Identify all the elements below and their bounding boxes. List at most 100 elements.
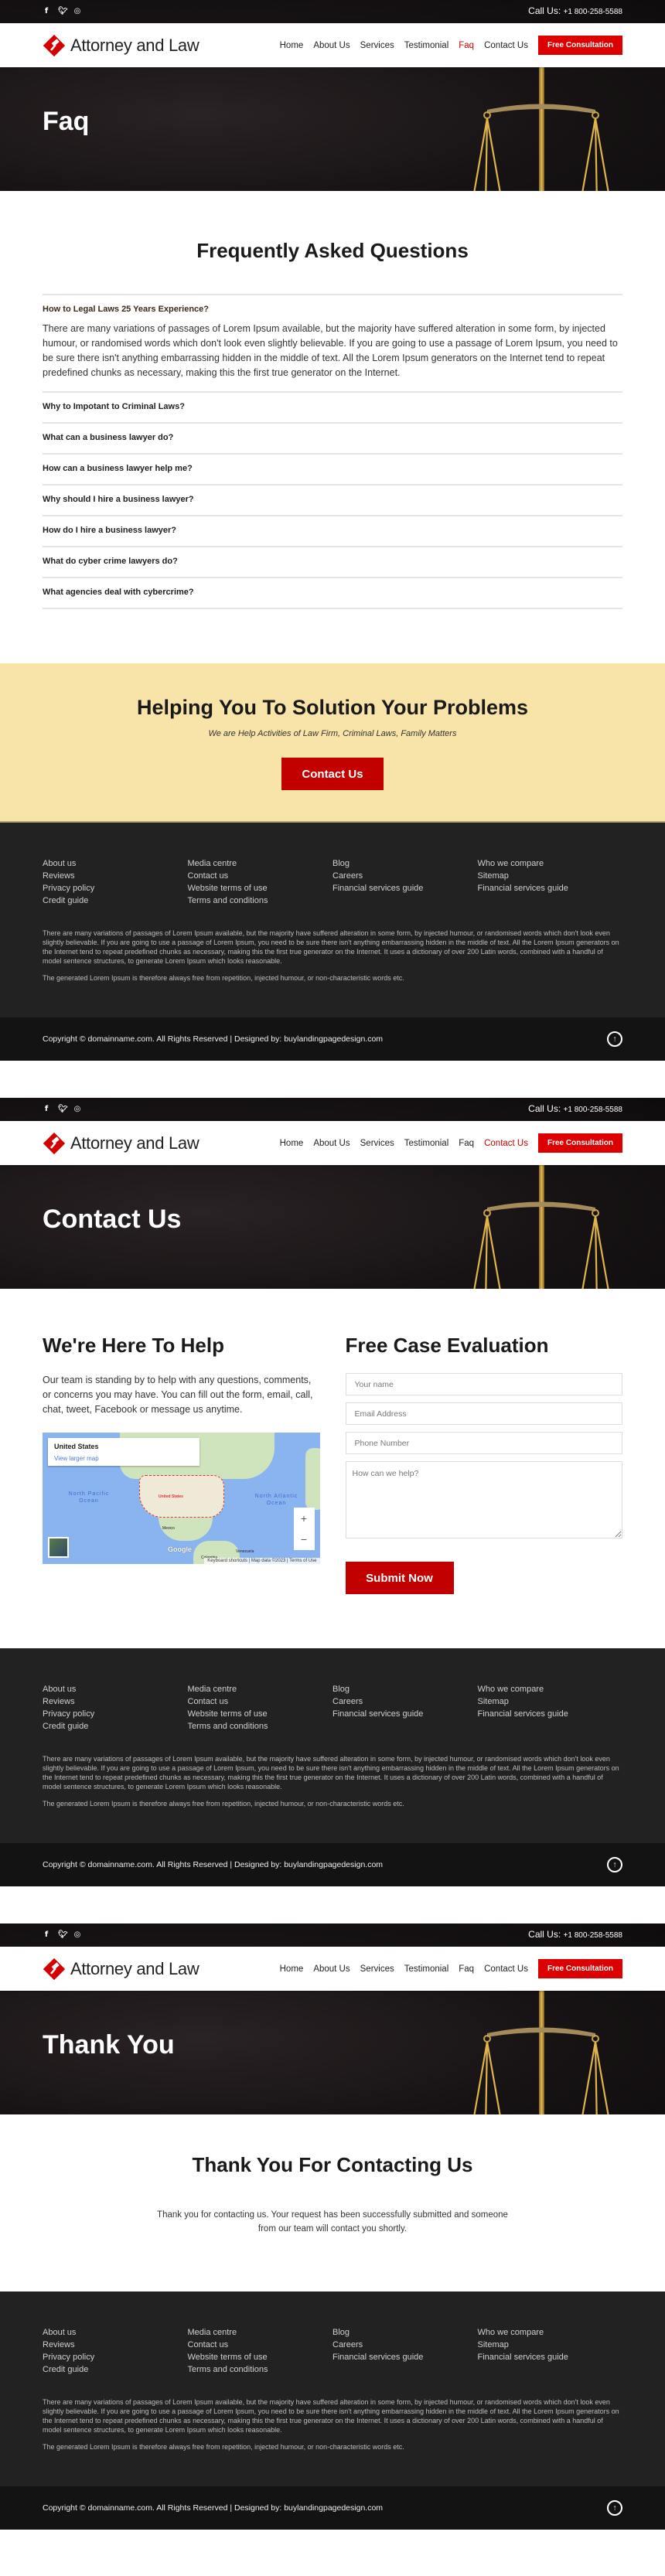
- footer-link[interactable]: Media centre: [188, 2326, 333, 2339]
- nav-testimonial[interactable]: Testimonial: [404, 41, 449, 50]
- contact-us-button[interactable]: Contact Us: [281, 758, 384, 790]
- footer-link[interactable]: Reviews: [43, 870, 188, 882]
- footer-link[interactable]: Financial services guide: [478, 882, 623, 894]
- map-zoom-in-button[interactable]: +: [293, 1508, 315, 1529]
- footer-link[interactable]: Sitemap: [478, 1695, 623, 1708]
- phone-number[interactable]: +1 800-258-5588: [564, 1931, 622, 1940]
- footer-link[interactable]: Financial services guide: [478, 2351, 623, 2363]
- nav-faq[interactable]: Faq: [459, 1139, 474, 1148]
- footer-link[interactable]: Credit guide: [43, 1720, 188, 1733]
- footer-link[interactable]: Blog: [332, 2326, 478, 2339]
- logo[interactable]: Attorney and Law: [43, 34, 200, 57]
- footer-link[interactable]: Who we compare: [478, 1683, 623, 1695]
- scroll-to-top-button[interactable]: ↑: [607, 2500, 622, 2516]
- footer-link[interactable]: Privacy policy: [43, 1708, 188, 1720]
- nav-services[interactable]: Services: [360, 1964, 394, 1974]
- footer-link[interactable]: Careers: [332, 870, 478, 882]
- view-larger-map-link[interactable]: View larger map: [54, 1455, 99, 1462]
- footer-link[interactable]: Blog: [332, 1683, 478, 1695]
- instagram-icon[interactable]: ◎: [73, 1105, 81, 1113]
- footer-link[interactable]: Financial services guide: [478, 1708, 623, 1720]
- nav-testimonial[interactable]: Testimonial: [404, 1964, 449, 1974]
- footer-link[interactable]: Terms and conditions: [188, 1720, 333, 1733]
- footer-link[interactable]: Who we compare: [478, 2326, 623, 2339]
- phone-number[interactable]: +1 800-258-5588: [564, 8, 622, 16]
- instagram-icon[interactable]: ◎: [73, 1930, 81, 1939]
- footer-link[interactable]: Sitemap: [478, 2339, 623, 2351]
- scroll-to-top-button[interactable]: ↑: [607, 1031, 622, 1047]
- twitter-icon[interactable]: 🐦︎: [58, 1930, 68, 1939]
- footer-link[interactable]: Contact us: [188, 870, 333, 882]
- facebook-icon[interactable]: f: [43, 1930, 50, 1939]
- phone-input[interactable]: [345, 1432, 622, 1454]
- footer-link[interactable]: Media centre: [188, 857, 333, 870]
- faq-question[interactable]: How to Legal Laws 25 Years Experience?: [43, 305, 622, 314]
- footer-link[interactable]: Privacy policy: [43, 2351, 188, 2363]
- nav-about-us[interactable]: About Us: [313, 1964, 350, 1974]
- instagram-icon[interactable]: ◎: [73, 7, 81, 15]
- footer-link[interactable]: Terms and conditions: [188, 894, 333, 907]
- scroll-to-top-button[interactable]: ↑: [607, 1857, 622, 1872]
- free-consultation-button[interactable]: Free Consultation: [537, 1133, 622, 1153]
- facebook-icon[interactable]: f: [43, 1105, 50, 1113]
- footer-link[interactable]: Website terms of use: [188, 2351, 333, 2363]
- footer-link[interactable]: Careers: [332, 1695, 478, 1708]
- twitter-icon[interactable]: 🐦︎: [58, 1105, 68, 1113]
- footer-link[interactable]: Website terms of use: [188, 1708, 333, 1720]
- footer-link[interactable]: Terms and conditions: [188, 2363, 333, 2376]
- nav-contact-us[interactable]: Contact Us: [484, 1139, 528, 1148]
- footer-link[interactable]: Blog: [332, 857, 478, 870]
- footer-link[interactable]: Contact us: [188, 1695, 333, 1708]
- footer-link[interactable]: Careers: [332, 2339, 478, 2351]
- satellite-toggle[interactable]: [48, 1537, 69, 1558]
- nav-faq[interactable]: Faq: [459, 41, 474, 50]
- faq-question[interactable]: How do I hire a business lawyer?: [43, 526, 622, 535]
- faq-question[interactable]: What can a business lawyer do?: [43, 433, 622, 442]
- footer-link[interactable]: Website terms of use: [188, 882, 333, 894]
- faq-question[interactable]: What do cyber crime lawyers do?: [43, 557, 622, 566]
- footer-link[interactable]: About us: [43, 1683, 188, 1695]
- footer-link[interactable]: Financial services guide: [332, 2351, 478, 2363]
- footer-link[interactable]: About us: [43, 857, 188, 870]
- faq-question[interactable]: Why should I hire a business lawyer?: [43, 495, 622, 504]
- email-input[interactable]: [345, 1402, 622, 1425]
- footer-link[interactable]: Who we compare: [478, 857, 623, 870]
- nav-contact-us[interactable]: Contact Us: [484, 41, 528, 50]
- keyboard-shortcuts-link[interactable]: Keyboard shortcuts: [207, 1559, 247, 1563]
- footer-link[interactable]: About us: [43, 2326, 188, 2339]
- nav-about-us[interactable]: About Us: [313, 41, 350, 50]
- footer-link[interactable]: Financial services guide: [332, 882, 478, 894]
- footer-link[interactable]: Credit guide: [43, 894, 188, 907]
- footer-link[interactable]: Credit guide: [43, 2363, 188, 2376]
- submit-button[interactable]: Submit Now: [345, 1562, 454, 1594]
- free-consultation-button[interactable]: Free Consultation: [537, 1959, 622, 1978]
- name-input[interactable]: [345, 1373, 622, 1395]
- embedded-map[interactable]: United States North Pacific Ocean North …: [43, 1433, 320, 1564]
- message-textarea[interactable]: [345, 1461, 622, 1538]
- facebook-icon[interactable]: f: [43, 7, 50, 15]
- footer-link[interactable]: Privacy policy: [43, 882, 188, 894]
- nav-about-us[interactable]: About Us: [313, 1139, 350, 1148]
- footer-link[interactable]: Financial services guide: [332, 1708, 478, 1720]
- logo[interactable]: Attorney and Law: [43, 1958, 200, 1981]
- faq-question[interactable]: How can a business lawyer help me?: [43, 464, 622, 473]
- free-consultation-button[interactable]: Free Consultation: [537, 36, 622, 55]
- twitter-icon[interactable]: 🐦︎: [58, 7, 68, 15]
- nav-home[interactable]: Home: [280, 41, 304, 50]
- footer-link[interactable]: Reviews: [43, 2339, 188, 2351]
- terms-of-use-link[interactable]: Terms of Use: [289, 1559, 316, 1563]
- nav-home[interactable]: Home: [280, 1139, 304, 1148]
- nav-testimonial[interactable]: Testimonial: [404, 1139, 449, 1148]
- nav-services[interactable]: Services: [360, 1139, 394, 1148]
- footer-link[interactable]: Media centre: [188, 1683, 333, 1695]
- nav-faq[interactable]: Faq: [459, 1964, 474, 1974]
- map-zoom-out-button[interactable]: −: [293, 1528, 315, 1550]
- footer-link[interactable]: Reviews: [43, 1695, 188, 1708]
- nav-services[interactable]: Services: [360, 41, 394, 50]
- footer-link[interactable]: Sitemap: [478, 870, 623, 882]
- nav-home[interactable]: Home: [280, 1964, 304, 1974]
- footer-link[interactable]: Contact us: [188, 2339, 333, 2351]
- nav-contact-us[interactable]: Contact Us: [484, 1964, 528, 1974]
- faq-question[interactable]: What agencies deal with cybercrime?: [43, 588, 622, 597]
- faq-question[interactable]: Why to Impotant to Criminal Laws?: [43, 402, 622, 411]
